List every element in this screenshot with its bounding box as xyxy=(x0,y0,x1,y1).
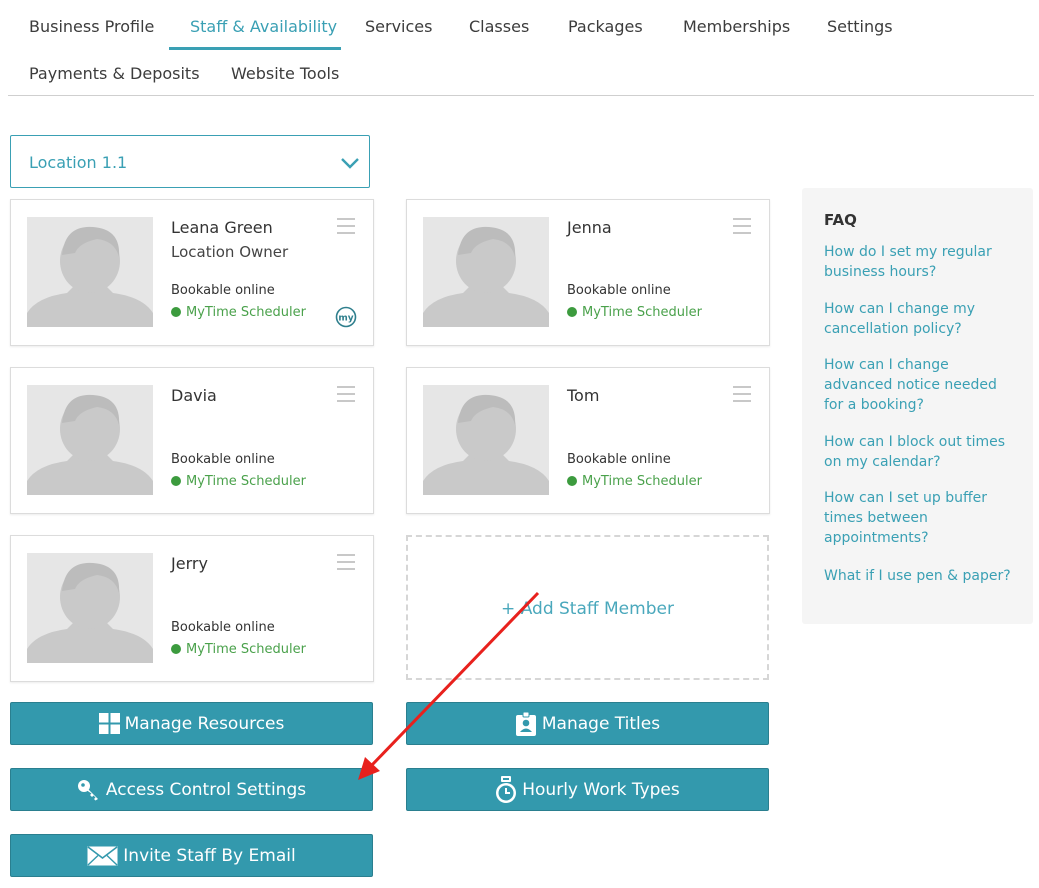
scheduler-status: MyTime Scheduler xyxy=(567,305,702,320)
hamburger-menu-icon[interactable] xyxy=(733,386,751,404)
add-staff-member-button[interactable]: + Add Staff Member xyxy=(406,535,769,680)
avatar xyxy=(27,553,153,663)
staff-card-tom[interactable]: Tom Bookable online MyTime Scheduler xyxy=(406,367,770,514)
tab-packages[interactable]: Packages xyxy=(568,17,643,36)
staff-name: Leana Green xyxy=(171,218,273,237)
avatar-placeholder-icon xyxy=(27,553,153,663)
tab-services[interactable]: Services xyxy=(365,17,432,36)
status-dot-icon xyxy=(171,644,181,654)
tab-staff-availability[interactable]: Staff & Availability xyxy=(190,17,337,36)
faq-link-buffer-times[interactable]: How can I set up buffer times between ap… xyxy=(824,488,1019,548)
tab-settings[interactable]: Settings xyxy=(827,17,893,36)
staff-name: Jerry xyxy=(171,554,208,573)
faq-panel: FAQ How do I set my regular business hou… xyxy=(802,188,1033,624)
avatar xyxy=(27,385,153,495)
staff-role: Location Owner xyxy=(171,243,289,261)
status-dot-icon xyxy=(171,476,181,486)
hourly-work-types-label: Hourly Work Types xyxy=(522,779,680,800)
tab-classes[interactable]: Classes xyxy=(469,17,529,36)
hourly-work-types-button[interactable]: Hourly Work Types xyxy=(406,768,769,811)
bookable-status: Bookable online xyxy=(171,283,275,298)
faq-link-block-out-times[interactable]: How can I block out times on my calendar… xyxy=(824,432,1019,472)
staff-name: Jenna xyxy=(567,218,612,237)
access-control-settings-label: Access Control Settings xyxy=(105,779,307,800)
invite-staff-by-email-label: Invite Staff By Email xyxy=(123,845,296,866)
faq-title: FAQ xyxy=(824,211,857,229)
avatar-placeholder-icon xyxy=(27,217,153,327)
tab-payments-deposits[interactable]: Payments & Deposits xyxy=(29,64,200,83)
hamburger-menu-icon[interactable] xyxy=(337,554,355,572)
manage-resources-label: Manage Resources xyxy=(124,713,285,734)
faq-link-business-hours[interactable]: How do I set my regular business hours? xyxy=(824,242,1019,282)
key-icon xyxy=(77,779,98,800)
envelope-icon xyxy=(87,845,118,866)
bookable-status: Bookable online xyxy=(171,620,275,635)
access-control-settings-button[interactable]: Access Control Settings xyxy=(10,768,373,811)
faq-link-cancellation-policy[interactable]: How can I change my cancellation policy? xyxy=(824,299,1019,339)
settings-tabs: Business Profile Staff & Availability Se… xyxy=(8,0,1034,96)
bookable-status: Bookable online xyxy=(567,452,671,467)
staff-card-jenna[interactable]: Jenna Bookable online MyTime Scheduler xyxy=(406,199,770,346)
active-tab-underline xyxy=(169,47,341,50)
location-select-value: Location 1.1 xyxy=(29,153,128,172)
status-dot-icon xyxy=(567,476,577,486)
avatar xyxy=(27,217,153,327)
hamburger-menu-icon[interactable] xyxy=(337,386,355,404)
avatar xyxy=(423,217,549,327)
chevron-down-icon xyxy=(341,158,359,169)
manage-resources-button[interactable]: Manage Resources xyxy=(10,702,373,745)
svg-text:my: my xyxy=(338,314,353,324)
scheduler-status: MyTime Scheduler xyxy=(171,474,306,489)
status-dot-icon xyxy=(567,307,577,317)
avatar-placeholder-icon xyxy=(423,217,549,327)
add-staff-member-label: + Add Staff Member xyxy=(501,599,674,619)
staff-name: Davia xyxy=(171,386,217,405)
clock-clipboard-icon xyxy=(496,775,517,803)
mytime-logo-icon: my xyxy=(335,306,357,328)
faq-link-advanced-notice[interactable]: How can I change advanced notice needed … xyxy=(824,355,1019,415)
bookable-status: Bookable online xyxy=(567,283,671,298)
avatar-placeholder-icon xyxy=(27,385,153,495)
avatar xyxy=(423,385,549,495)
scheduler-status: MyTime Scheduler xyxy=(171,305,306,320)
staff-card-davia[interactable]: Davia Bookable online MyTime Scheduler xyxy=(10,367,374,514)
bookable-status: Bookable online xyxy=(171,452,275,467)
staff-name: Tom xyxy=(567,386,600,405)
faq-link-pen-paper[interactable]: What if I use pen & paper? xyxy=(824,566,1019,586)
invite-staff-by-email-button[interactable]: Invite Staff By Email xyxy=(10,834,373,877)
hamburger-menu-icon[interactable] xyxy=(337,218,355,236)
hamburger-menu-icon[interactable] xyxy=(733,218,751,236)
scheduler-status: MyTime Scheduler xyxy=(567,474,702,489)
staff-card-jerry[interactable]: Jerry Bookable online MyTime Scheduler xyxy=(10,535,374,682)
manage-titles-label: Manage Titles xyxy=(541,713,661,734)
location-select[interactable]: Location 1.1 xyxy=(10,135,370,188)
tab-website-tools[interactable]: Website Tools xyxy=(231,64,339,83)
manage-titles-button[interactable]: Manage Titles xyxy=(406,702,769,745)
scheduler-status: MyTime Scheduler xyxy=(171,642,306,657)
staff-card-leana-green[interactable]: Leana Green Location Owner Bookable onli… xyxy=(10,199,374,346)
avatar-placeholder-icon xyxy=(423,385,549,495)
tab-memberships[interactable]: Memberships xyxy=(683,17,790,36)
status-dot-icon xyxy=(171,307,181,317)
tab-business-profile[interactable]: Business Profile xyxy=(29,17,154,36)
id-badge-icon xyxy=(515,711,536,736)
grid-icon xyxy=(98,713,120,734)
